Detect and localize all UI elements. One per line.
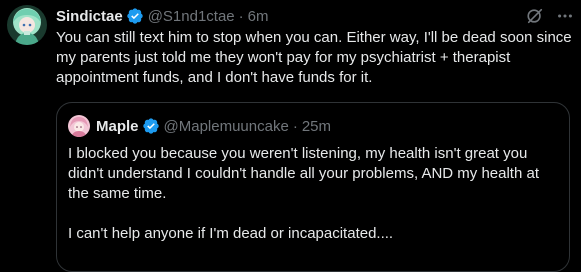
quote-tweet[interactable]: Maple @Maplemuuncake · 25m I blocked you…	[56, 102, 570, 272]
separator-dot: ·	[238, 7, 244, 25]
verified-badge-icon	[126, 7, 144, 25]
tweet-header: Sindictae @S1nd1ctae · 6m	[56, 6, 268, 26]
quote-display-name[interactable]: Maple	[96, 118, 139, 135]
quote-paragraph: I can't help anyone if I'm dead or incap…	[68, 225, 394, 242]
display-name[interactable]: Sindictae	[56, 8, 123, 25]
tweet-text: You can still text him to stop when you …	[56, 29, 572, 86]
quote-user-handle[interactable]: @Maplemuuncake	[164, 118, 289, 135]
grok-icon[interactable]	[525, 6, 545, 26]
tweet[interactable]: Sindictae @S1nd1ctae · 6m You can still	[0, 0, 581, 272]
anime-avatar-icon	[7, 5, 47, 45]
user-avatar[interactable]	[7, 5, 47, 45]
user-handle[interactable]: @S1nd1ctae	[148, 8, 235, 25]
more-icon[interactable]	[555, 6, 575, 26]
quote-timestamp[interactable]: 25m	[302, 118, 331, 135]
separator-dot: ·	[292, 117, 298, 135]
tweet-actions	[525, 6, 575, 26]
timestamp[interactable]: 6m	[248, 8, 269, 25]
anime-avatar-icon	[68, 115, 90, 137]
verified-badge-icon	[142, 117, 160, 135]
quote-paragraph: I blocked you because you weren't listen…	[68, 145, 539, 202]
quote-text: I blocked you because you weren't listen…	[68, 144, 558, 244]
quote-avatar[interactable]	[68, 115, 90, 137]
quote-header: Maple @Maplemuuncake · 25m	[96, 116, 331, 136]
